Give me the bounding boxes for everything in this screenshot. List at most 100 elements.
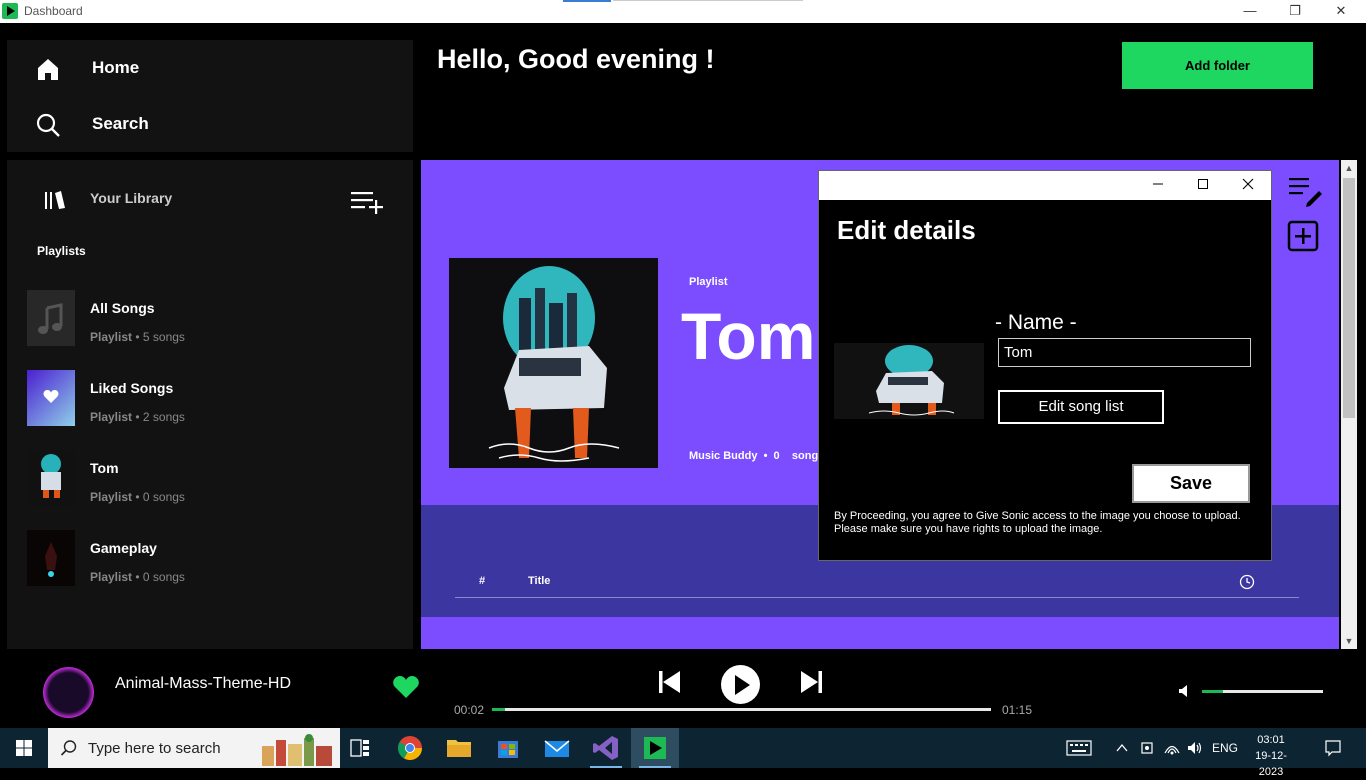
dialog-titlebar [819,171,1271,200]
nav-panel: Home Search [7,40,413,152]
restore-button[interactable]: ❐ [1272,0,1318,23]
window-title: Dashboard [24,4,83,18]
visual-studio-icon [593,736,618,760]
dialog-minimize-button[interactable] [1135,171,1181,200]
nav-home-label: Home [92,58,140,77]
now-playing-art [43,667,94,718]
clock-icon [1239,574,1255,590]
scroll-up-arrow-icon[interactable]: ▲ [1341,160,1357,176]
taskbar-visual-studio[interactable] [582,728,630,768]
playlist-cover-image[interactable] [449,258,658,468]
name-input[interactable] [998,338,1251,367]
taskbar-clock[interactable]: 03:01 19-12-2023 [1244,732,1298,780]
playlist-item-tom[interactable]: Tom Playlist • 0 songs [27,450,397,508]
heart-icon [43,390,59,403]
progress-bar[interactable] [492,708,991,711]
search-icon [60,740,77,756]
greeting-heading: Hello, Good evening ! [437,44,715,74]
playlist-meta: Playlist • 5 songs [90,330,185,344]
search-highlight-illustration [262,734,332,766]
playlist-thumb [27,450,75,506]
nav-search-label: Search [92,114,149,133]
notification-icon[interactable] [1324,739,1342,757]
playlist-type-label: Playlist [689,276,728,288]
playlist-name: All Songs [90,300,155,316]
taskbar-dashboard-app[interactable] [631,728,679,768]
progress-fill [492,708,506,711]
mail-icon [544,740,570,757]
main-scrollbar[interactable]: ▲ ▼ [1341,160,1357,649]
next-track-icon[interactable] [799,669,825,695]
playlist-owner-line: Music Buddy • 0 songs [689,450,825,462]
playlist-name: Liked Songs [90,380,174,396]
current-time: 00:02 [454,703,485,717]
chevron-up-icon[interactable] [1115,741,1129,755]
search-icon [36,113,60,137]
playlist-name: Gameplay [90,540,157,556]
now-playing-title: Animal-Mass-Theme-HD [115,675,292,692]
library-label[interactable]: Your Library [90,190,172,206]
car-art-image [868,345,955,416]
playlist-item-gameplay[interactable]: Gameplay Playlist • 0 songs [27,530,397,588]
volume-slider[interactable] [1202,690,1323,693]
car-art-image [488,266,620,462]
playlists-section-label: Playlists [37,244,86,258]
dialog-maximize-button[interactable] [1180,171,1226,200]
close-icon [1242,178,1254,190]
titlebar-accent-line [613,0,803,1]
dialog-title: Edit details [837,215,976,245]
playlist-thumb [27,530,75,586]
name-label: - Name - [995,311,1077,334]
scrollbar-thumb[interactable] [1343,178,1355,418]
speaker-icon[interactable] [1186,740,1204,756]
language-indicator[interactable]: ENG [1212,741,1238,755]
dialog-close-button[interactable] [1225,171,1271,200]
music-note-icon [38,303,63,334]
close-button[interactable]: ✕ [1318,0,1364,23]
playlist-item-all-songs[interactable]: All Songs Playlist • 5 songs [27,290,397,348]
library-panel: Your Library Playlists All Songs Playlis… [7,160,413,649]
total-time: 01:15 [1002,703,1033,717]
keyboard-icon[interactable] [1066,738,1092,758]
taskbar-search-placeholder: Type here to search [88,740,221,757]
volume-fill [1202,690,1223,693]
save-button[interactable]: Save [1132,464,1250,503]
edit-playlist-icon[interactable] [1287,175,1323,207]
taskbar-search-box[interactable]: Type here to search [48,728,340,768]
network-icon[interactable] [1163,740,1181,756]
playlist-meta: Playlist • 0 songs [90,570,185,584]
playlist-meta: Playlist • 2 songs [90,410,185,424]
taskbar-mail[interactable] [533,728,581,768]
gameplay-art-image [45,542,57,577]
edit-song-list-button[interactable]: Edit song list [998,390,1164,424]
header-divider [455,597,1299,598]
taskbar-store[interactable] [484,728,532,768]
previous-track-icon[interactable] [656,669,682,695]
taskbar-file-explorer[interactable] [435,728,483,768]
scroll-down-arrow-icon[interactable]: ▼ [1341,633,1357,649]
taskbar-chrome[interactable] [386,728,434,768]
clock-date: 19-12-2023 [1255,750,1287,778]
playlist-thumb [27,290,75,346]
meet-now-icon[interactable] [1139,740,1155,756]
disclaimer-text: By Proceeding, you agree to Give Sonic a… [834,510,1241,535]
window-titlebar: Dashboard — ❐ ✕ [0,0,1366,23]
add-playlist-icon[interactable] [351,190,385,214]
store-icon [498,741,518,758]
minimize-button[interactable]: — [1227,0,1273,23]
add-folder-button[interactable]: Add folder [1122,42,1313,89]
nav-search[interactable]: Search [7,96,413,152]
column-header-number: # [479,575,486,587]
nav-home[interactable]: Home [7,40,413,96]
dialog-cover-image[interactable] [834,343,984,419]
play-button[interactable] [721,665,760,704]
taskview-button[interactable] [336,728,384,768]
start-button[interactable] [0,728,48,768]
volume-icon[interactable] [1177,683,1193,699]
playlist-item-liked-songs[interactable]: Liked Songs Playlist • 2 songs [27,370,397,428]
like-heart-icon[interactable] [392,675,420,699]
windows-taskbar: Type here to search ENG 03:01 19-12-2023 [0,728,1366,778]
minimize-icon [1153,183,1163,185]
add-song-icon[interactable] [1287,220,1319,252]
library-icon[interactable] [44,190,66,210]
